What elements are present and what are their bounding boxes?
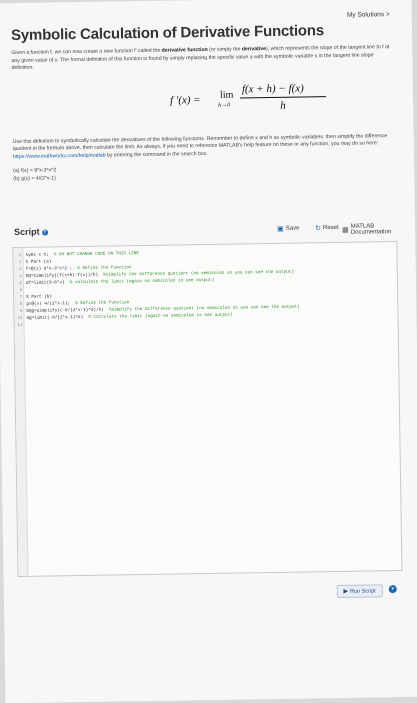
code-comment: % Define the function [77, 265, 131, 271]
save-label: Save [286, 226, 300, 232]
intro-bold-a: derivative function [162, 47, 208, 54]
script-label: Script [14, 227, 40, 237]
formula-lim: lim [220, 89, 234, 100]
instructions-link-suffix: by entering the command in the search bo… [105, 150, 207, 158]
save-button[interactable]: ▣Save [277, 225, 299, 233]
derivative-formula: f ′(x) = lim h→0 f(x + h) − f(x) h [10, 81, 395, 117]
play-icon: ▶ [343, 588, 348, 595]
problem-parts: (a) f(x) = 8*x-3*x^2 (b) g(x) = 4/(2*x-1… [13, 161, 396, 183]
code-comment: % Define the function [75, 300, 129, 306]
code-editor[interactable]: 1syms x h; % DO NOT CHANGE CODE ON THIS … [12, 241, 402, 577]
reset-button[interactable]: ↻Reset [315, 224, 339, 232]
main-content: Symbolic Calculation of Derivative Funct… [9, 7, 403, 609]
formula-denominator: h [280, 99, 286, 111]
code-text: % Part (a) [26, 259, 52, 264]
save-icon: ▣ [277, 225, 284, 233]
code-text: g=@(x) 4/(2*x-1); [26, 301, 75, 307]
code-text: syms x h; [25, 252, 53, 257]
intro-paragraph: Given a function f, we can now create a … [11, 44, 394, 73]
formula-lim-sub: h→0 [218, 102, 230, 108]
book-icon: ▦ [342, 226, 349, 234]
line-number: 11 [15, 322, 23, 329]
code-text: % Part (b) [26, 294, 52, 299]
formula-numerator: f(x + h) − f(x) [242, 82, 304, 95]
info-icon[interactable]: ? [42, 229, 48, 235]
help-link[interactable]: https://www.mathworks.com/help/matlab [13, 152, 106, 159]
code-text: f=@(x) 8*x-3*x^2 ; [26, 266, 78, 272]
formula-fraction-bar [240, 96, 326, 98]
instructions-paragraph: Use this definition to symbolically calc… [13, 133, 396, 162]
page-title: Symbolic Calculation of Derivative Funct… [11, 21, 394, 44]
run-script-button[interactable]: ▶Run Script [336, 584, 383, 598]
formula-lhs: f ′(x) = [170, 94, 201, 106]
script-toolbar: Script? ▣Save ↻Reset ▦MATLAB Documentati… [12, 221, 397, 241]
intro-text-b: (or simply the [208, 46, 242, 53]
script-heading: Script? [14, 227, 48, 238]
reset-icon: ↻ [315, 224, 321, 232]
page-sheet: My Solutions > Symbolic Calculation of D… [0, 0, 417, 703]
doc-label: MATLAB Documentation [351, 223, 398, 236]
run-script-label: Run Script [350, 588, 376, 594]
matlab-documentation-button[interactable]: ▦MATLAB Documentation [342, 223, 397, 236]
intro-bold-b: derivative [242, 46, 266, 52]
code-text: df=limit(8-6*x) [26, 280, 70, 286]
run-row: ▶Run Script ▾ [18, 579, 403, 609]
run-options-icon[interactable]: ▾ [389, 585, 397, 593]
code-text: dg=limit(-8/(2*x-1)^2) [26, 315, 88, 321]
reset-label: Reset [323, 225, 339, 231]
instructions-text: Use this definition to symbolically calc… [13, 133, 388, 152]
